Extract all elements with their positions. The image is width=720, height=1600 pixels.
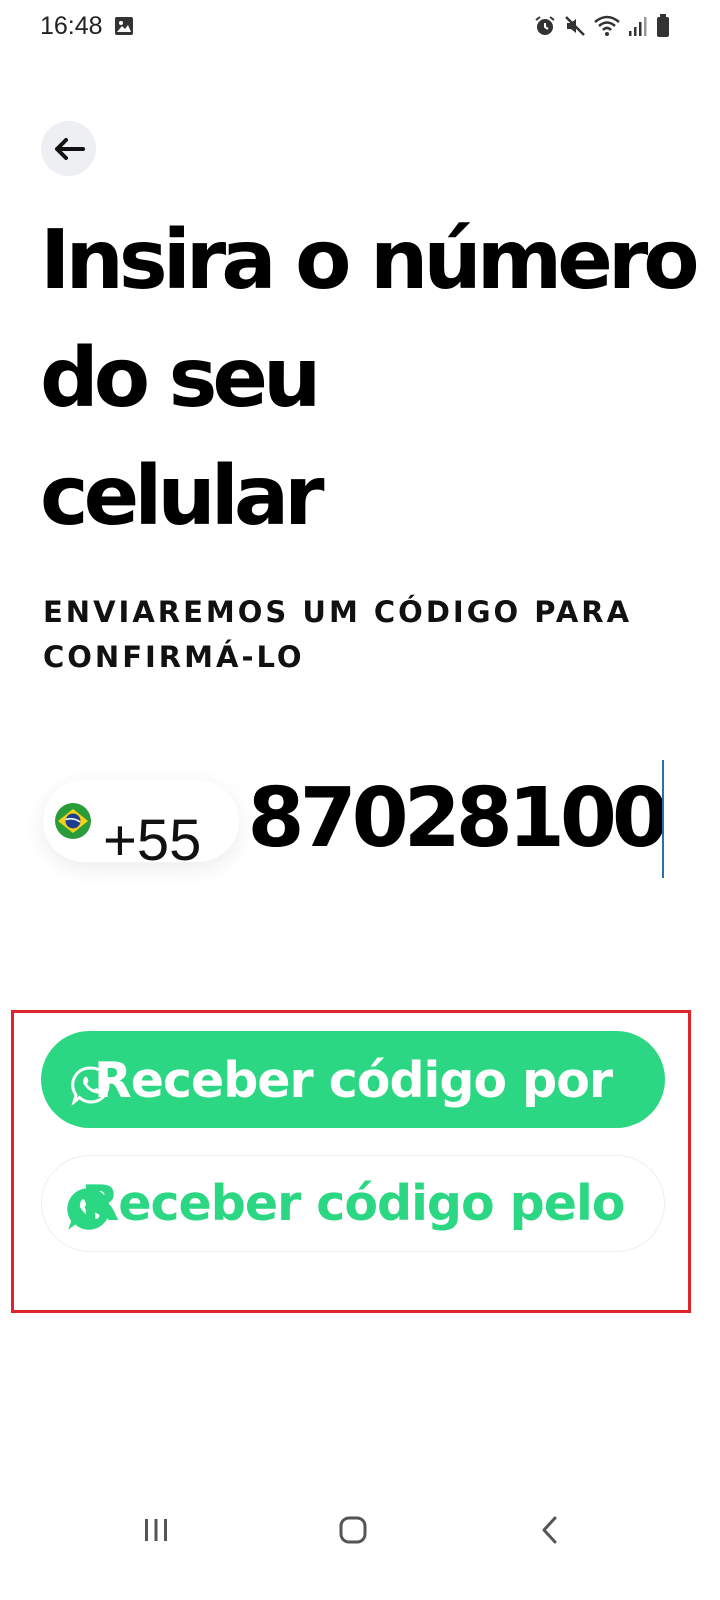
title-line: Insira o número bbox=[40, 213, 700, 308]
recents-icon bbox=[145, 1519, 167, 1541]
phone-number-value: 87028100 bbox=[252, 771, 664, 866]
signal-icon bbox=[629, 17, 647, 36]
country-code: +55 bbox=[103, 808, 202, 862]
title-line: do seu bbox=[40, 331, 321, 426]
status-bar: 16:48 bbox=[0, 0, 720, 52]
back-icon bbox=[542, 1516, 557, 1544]
status-icons bbox=[534, 14, 670, 38]
mute-icon bbox=[565, 16, 585, 36]
title-line: celular bbox=[40, 449, 325, 544]
whatsapp-code-button[interactable]: Receber código pelo WhatsApp bbox=[41, 1155, 665, 1252]
subtitle-line: CONFIRMÁ-LO bbox=[43, 640, 305, 674]
status-time: 16:48 bbox=[40, 12, 103, 40]
back-button[interactable] bbox=[41, 121, 96, 176]
arrow-left-icon bbox=[54, 137, 85, 160]
sms-code-button[interactable]: Receber código por SMS bbox=[41, 1031, 665, 1128]
text-cursor bbox=[662, 760, 664, 878]
system-back-button[interactable] bbox=[520, 1508, 580, 1552]
phone-input-row: +55 87028100 bbox=[0, 760, 720, 880]
system-nav-bar bbox=[0, 1490, 720, 1570]
page-title: Insira o número do seu celular bbox=[40, 202, 700, 556]
home-icon bbox=[339, 1516, 367, 1544]
phone-number-input[interactable]: 87028100 bbox=[252, 760, 664, 878]
battery-icon bbox=[657, 14, 669, 37]
subtitle-line: ENVIAREMOS UM CÓDIGO PARA bbox=[43, 595, 633, 629]
recents-button[interactable] bbox=[126, 1508, 186, 1552]
wifi-icon bbox=[594, 15, 620, 36]
alarm-icon bbox=[535, 16, 555, 35]
image-icon bbox=[115, 17, 133, 35]
whatsapp-button-label: Receber código pelo WhatsApp bbox=[81, 1175, 626, 1232]
home-button[interactable] bbox=[323, 1508, 383, 1552]
brazil-flag-icon bbox=[55, 803, 91, 839]
subtitle: ENVIAREMOS UM CÓDIGO PARA CONFIRMÁ-LO bbox=[43, 590, 713, 680]
sms-button-label: Receber código por SMS bbox=[93, 1052, 613, 1109]
country-code-selector[interactable]: +55 bbox=[43, 780, 239, 862]
